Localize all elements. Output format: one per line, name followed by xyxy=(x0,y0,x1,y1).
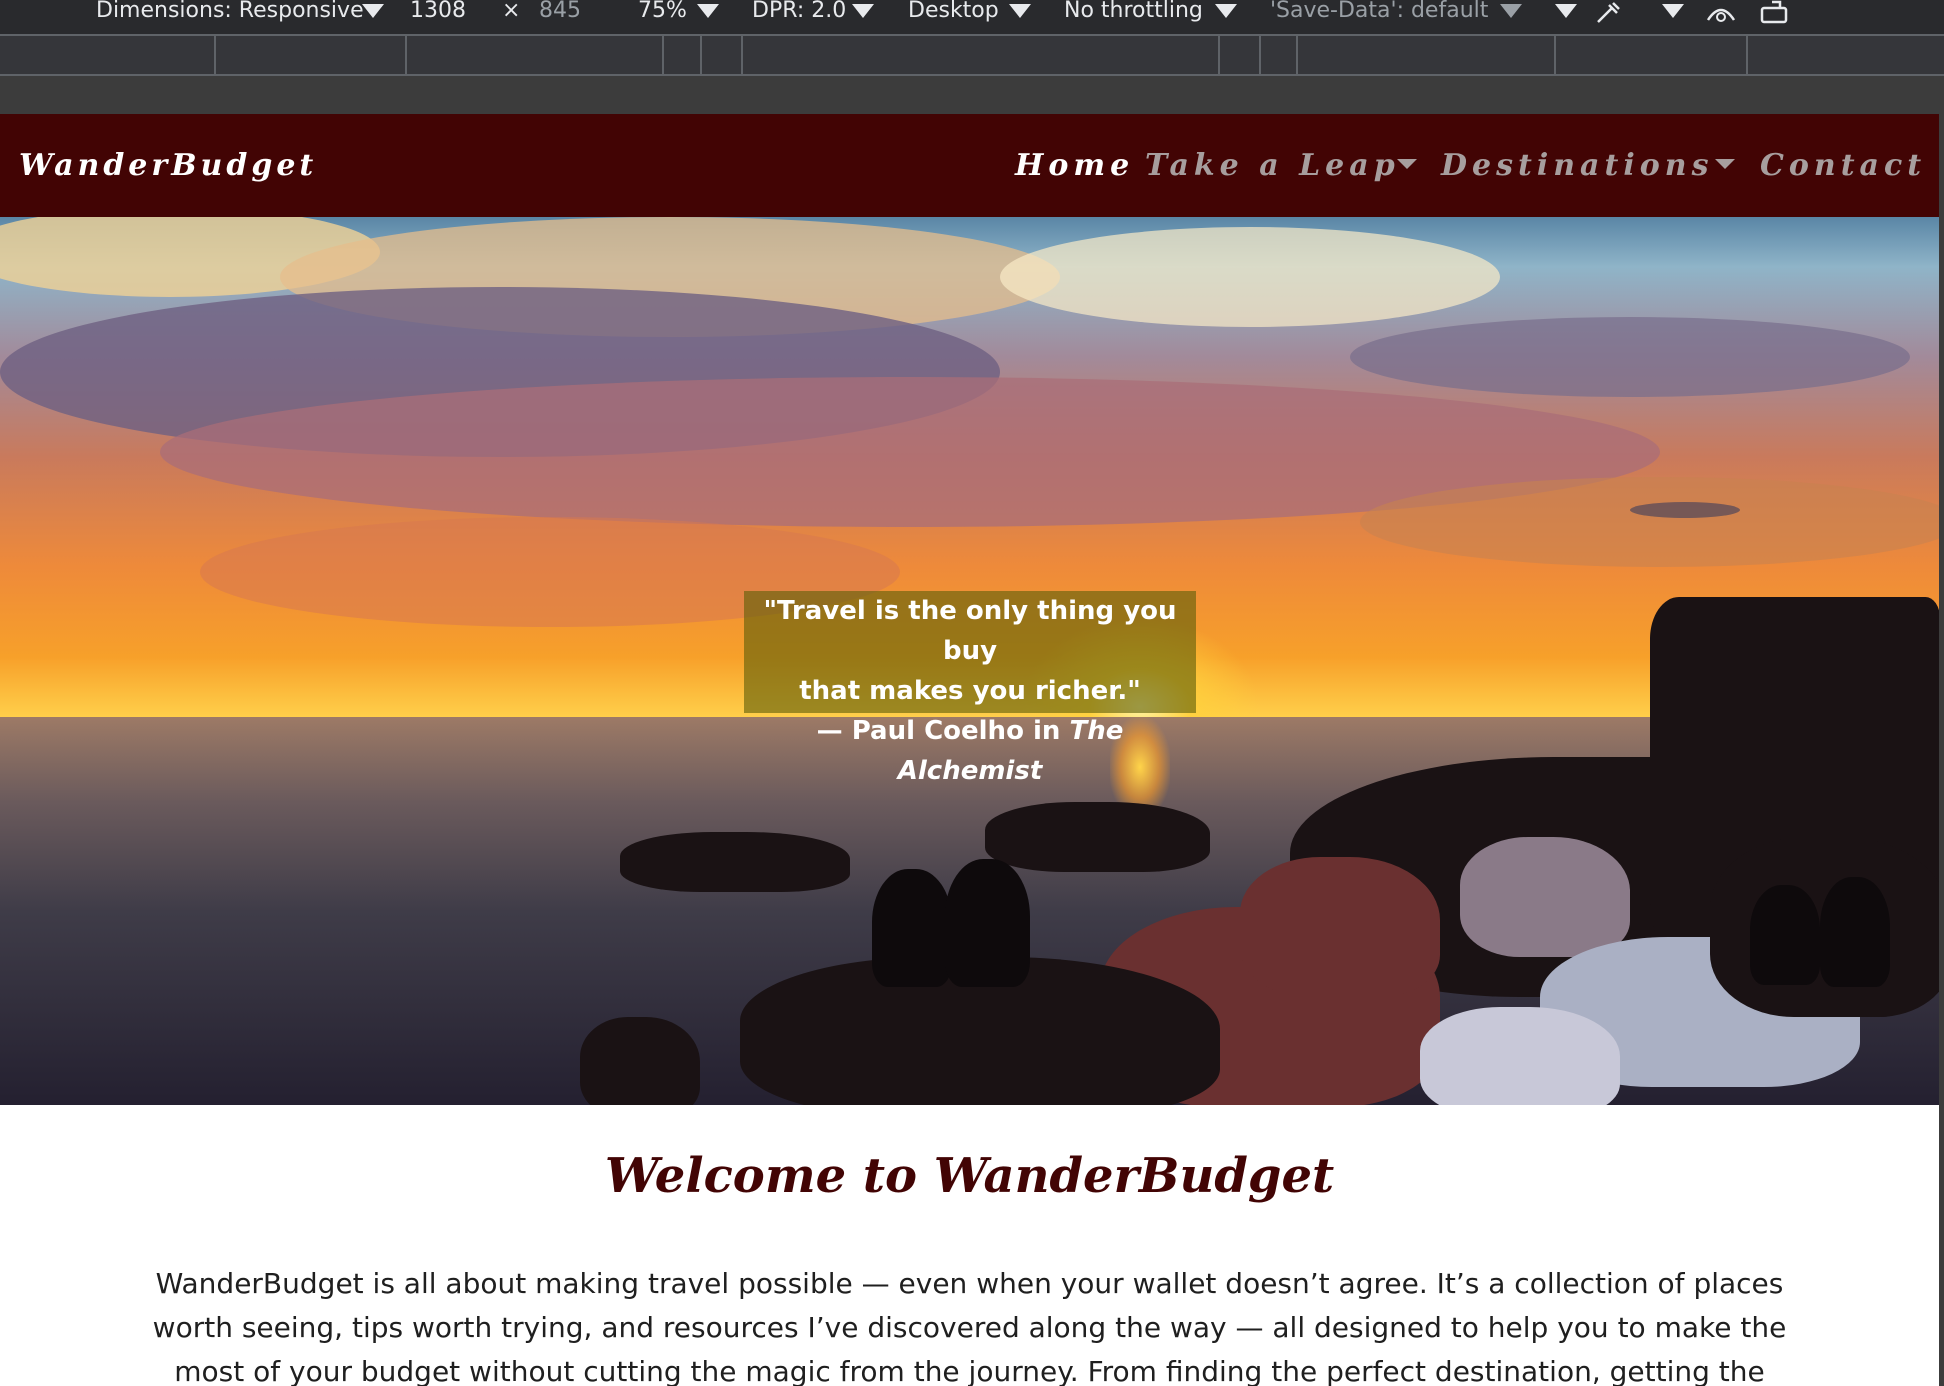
rock xyxy=(1240,857,1440,997)
chevron-down-icon[interactable] xyxy=(362,4,384,18)
rock xyxy=(1460,837,1630,957)
viewport-margin xyxy=(0,76,1944,114)
person-silhouette xyxy=(872,869,952,987)
ruler-tick xyxy=(741,36,743,74)
ruler-tick xyxy=(662,36,664,74)
chevron-down-icon[interactable] xyxy=(1009,4,1031,18)
sensors-icon[interactable] xyxy=(1704,0,1738,24)
height-input[interactable]: 845 xyxy=(539,0,581,22)
chevron-down-icon[interactable] xyxy=(1715,159,1735,169)
rock xyxy=(620,832,850,892)
rotate-icon[interactable] xyxy=(1758,0,1792,24)
viewport-resize-handle[interactable] xyxy=(1939,114,1944,1386)
save-data-dropdown[interactable]: 'Save-Data': default xyxy=(1270,0,1488,22)
person-silhouette xyxy=(1750,885,1820,985)
ruler-tick xyxy=(1218,36,1220,74)
cloud xyxy=(1000,227,1500,327)
device-type-dropdown[interactable]: Desktop xyxy=(908,0,999,22)
quote-author: — Paul Coelho in xyxy=(816,716,1070,746)
cloud xyxy=(1350,317,1910,397)
person-silhouette xyxy=(1820,877,1890,987)
width-input[interactable]: 1308 xyxy=(410,0,466,22)
dimensions-dropdown[interactable]: Dimensions: Responsive xyxy=(96,0,364,22)
throttling-dropdown[interactable]: No throttling xyxy=(1064,0,1203,22)
chevron-down-icon[interactable] xyxy=(697,4,719,18)
ruler-tick xyxy=(1296,36,1298,74)
nav-contact[interactable]: Contact xyxy=(1760,148,1926,183)
quote-attribution: — Paul Coelho in The Alchemist xyxy=(744,711,1196,791)
media-query-ruler[interactable] xyxy=(0,34,1944,76)
rock xyxy=(580,1017,700,1105)
ruler-tick xyxy=(1259,36,1261,74)
chevron-down-icon[interactable] xyxy=(1662,4,1684,18)
eyedropper-icon[interactable] xyxy=(1592,0,1626,24)
rock xyxy=(1420,1007,1620,1105)
navbar: WanderBudget Home Take a Leap Destinatio… xyxy=(0,114,1939,217)
device-toolbar-controls: Dimensions: Responsive 1308 × 845 75% DP… xyxy=(0,0,1944,34)
hero-banner: "Travel is the only thing you buy that m… xyxy=(0,217,1939,1105)
rock xyxy=(985,802,1210,872)
dpr-dropdown[interactable]: DPR: 2.0 xyxy=(752,0,846,22)
times-glyph: × xyxy=(502,0,521,23)
chevron-down-icon[interactable] xyxy=(1397,159,1417,169)
ruler-tick xyxy=(1554,36,1556,74)
zoom-dropdown[interactable]: 75% xyxy=(638,0,687,22)
cloud xyxy=(1360,477,1939,567)
hero-quote: "Travel is the only thing you buy that m… xyxy=(744,591,1196,786)
ruler-tick xyxy=(214,36,216,74)
chevron-down-icon[interactable] xyxy=(1215,4,1237,18)
nav-destinations[interactable]: Destinations xyxy=(1441,148,1713,183)
welcome-heading: Welcome to WanderBudget xyxy=(604,1148,1335,1204)
brand-logo-link[interactable]: WanderBudget xyxy=(19,148,317,183)
ruler-tick xyxy=(700,36,702,74)
welcome-paragraph: WanderBudget is all about making travel … xyxy=(152,1267,1787,1386)
nav-take-a-leap[interactable]: Take a Leap xyxy=(1145,148,1400,183)
website-viewport: WanderBudget Home Take a Leap Destinatio… xyxy=(0,114,1939,1386)
ruler-tick xyxy=(405,36,407,74)
cloud xyxy=(1630,502,1740,518)
nav-home[interactable]: Home xyxy=(1015,148,1134,183)
person-silhouette xyxy=(945,859,1030,987)
devtools-device-toolbar: Dimensions: Responsive 1308 × 845 75% DP… xyxy=(0,0,1944,114)
ruler-tick xyxy=(1746,36,1748,74)
quote-line: that makes you richer." xyxy=(799,676,1141,706)
quote-line: "Travel is the only thing you buy xyxy=(763,596,1177,666)
chevron-down-icon[interactable] xyxy=(852,4,874,18)
chevron-down-icon[interactable] xyxy=(1500,4,1522,18)
chevron-down-icon[interactable] xyxy=(1555,4,1577,18)
